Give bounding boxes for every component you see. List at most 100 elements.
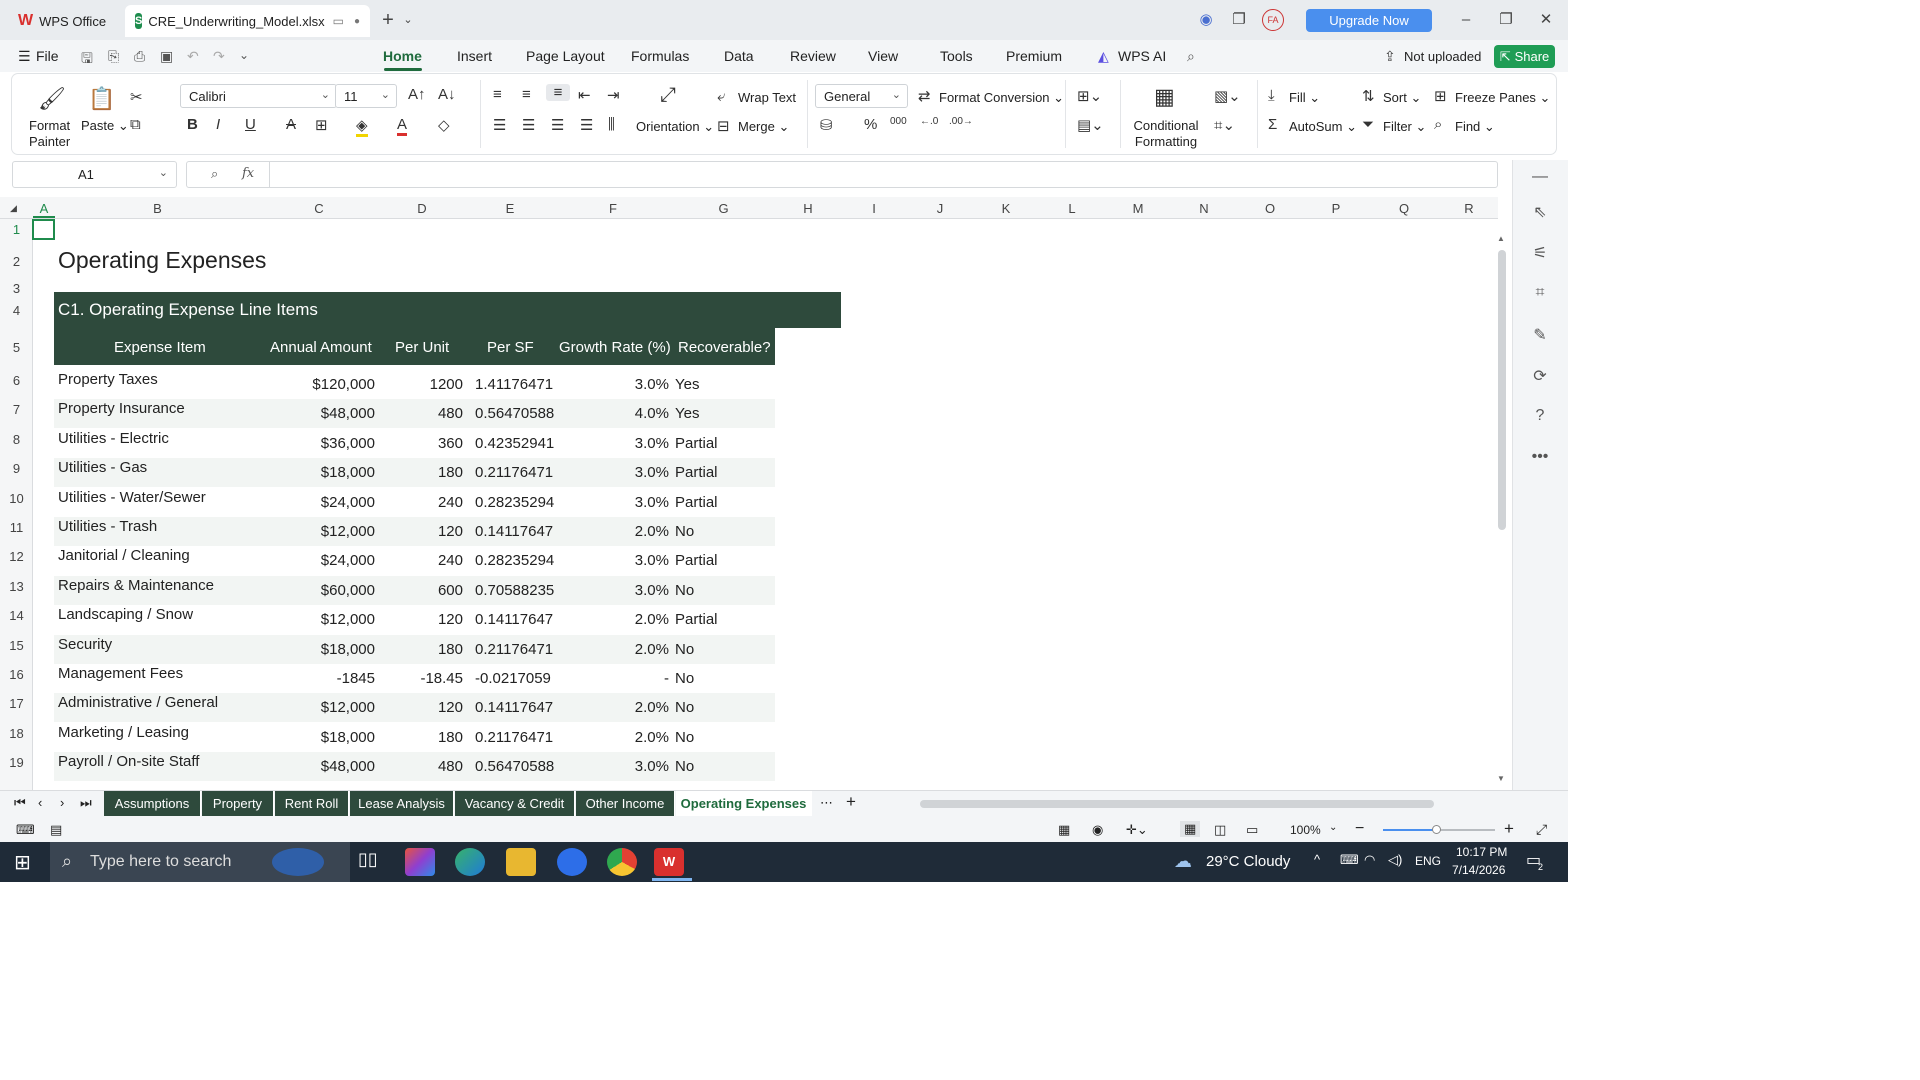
row-header[interactable]: 14 (0, 608, 33, 623)
filter-icon[interactable]: ⏷ (1362, 116, 1374, 133)
align-left-icon[interactable]: ☰ (493, 116, 506, 134)
cell-recoverable[interactable]: No (675, 670, 694, 687)
tab-insert[interactable]: Insert (457, 48, 492, 64)
search-highlight-icon[interactable] (272, 848, 324, 876)
row-header[interactable]: 5 (0, 340, 33, 355)
row-header[interactable]: 3 (0, 281, 33, 296)
cell-recoverable[interactable]: No (675, 523, 694, 540)
sort-icon[interactable]: ⇅ (1362, 87, 1375, 105)
page-layout-view-icon[interactable]: ▭ (1246, 822, 1258, 838)
align-right-icon[interactable]: ☰ (551, 116, 564, 134)
language-indicator[interactable]: ENG (1415, 854, 1441, 868)
row-header[interactable]: 17 (0, 696, 33, 711)
filter-button[interactable]: Filter ⌄ (1383, 119, 1426, 135)
monitor-icon[interactable]: ▭ (333, 14, 344, 28)
page-break-view-icon[interactable]: ◫ (1214, 822, 1226, 838)
fullscreen-icon[interactable]: ⤢ (1536, 821, 1547, 838)
file-tab[interactable]: S CRE_Underwriting_Model.xlsx ▭ ● (125, 5, 370, 37)
cell-growth-rate[interactable]: 2.0% (549, 729, 669, 746)
file-explorer-icon[interactable] (506, 848, 536, 876)
cell-recoverable[interactable]: Partial (675, 464, 718, 481)
table-style-icon[interactable]: ▤⌄ (1077, 116, 1104, 134)
row-header[interactable]: 19 (0, 755, 33, 770)
column-header-l[interactable]: L (1039, 201, 1105, 216)
cell-per-unit[interactable]: 360 (343, 435, 463, 452)
cell-per-sf[interactable]: 0.56470588 (475, 405, 554, 422)
select-pointer-icon[interactable]: ⇖ (1530, 202, 1550, 222)
cell-growth-rate[interactable]: - (549, 670, 669, 687)
copilot-icon[interactable] (405, 848, 435, 876)
upgrade-now-button[interactable]: Upgrade Now (1306, 9, 1432, 32)
prev-sheet-icon[interactable]: ‹ (38, 795, 42, 810)
justify-icon[interactable]: ☰ (580, 116, 593, 134)
cell-expense-item[interactable]: Landscaping / Snow (58, 606, 193, 623)
cell-expense-item[interactable]: Security (58, 636, 112, 653)
edge-browser-icon[interactable] (455, 848, 485, 876)
format-conversion-button[interactable]: Format Conversion ⌄ (939, 90, 1064, 106)
window-tile-icon[interactable]: ❐ (1229, 10, 1249, 30)
cell-recoverable[interactable]: Partial (675, 494, 718, 511)
formula-bar[interactable]: ⌕ fx (186, 161, 1498, 188)
increase-decimal-icon[interactable]: ←.0 (920, 116, 938, 127)
column-header-e[interactable]: E (466, 201, 554, 216)
help-icon[interactable]: ? (1530, 407, 1550, 427)
column-header-h[interactable]: H (775, 201, 841, 216)
vertical-scrollbar[interactable] (1498, 250, 1506, 530)
decrease-decimal-icon[interactable]: .00→ (949, 116, 973, 127)
wrap-text-button[interactable]: Wrap Text (738, 90, 796, 105)
cell-growth-rate[interactable]: 3.0% (549, 435, 669, 452)
cell-per-sf[interactable]: 0.14117647 (475, 523, 553, 540)
view-mode-icon[interactable]: ▤ (50, 822, 62, 838)
copy-icon[interactable]: ⧉ (130, 116, 141, 133)
cell-growth-rate[interactable]: 2.0% (549, 641, 669, 658)
cell-recoverable[interactable]: Partial (675, 435, 718, 452)
clock-time[interactable]: 10:17 PM (1456, 845, 1507, 859)
header-per-unit[interactable]: Per Unit (395, 339, 449, 356)
minimize-icon[interactable]: – (1456, 10, 1476, 30)
tools-icon[interactable]: ✎ (1530, 325, 1550, 345)
find-icon[interactable]: ⌕ (1434, 116, 1442, 133)
tab-wps-ai[interactable]: WPS AI (1118, 48, 1166, 64)
restore-icon[interactable]: ❐ (1496, 10, 1516, 30)
wps-office-tab[interactable]: W WPS Office (8, 5, 120, 37)
not-uploaded-status[interactable]: Not uploaded (1404, 49, 1481, 64)
cell-per-unit[interactable]: 480 (343, 405, 463, 422)
cell-per-unit[interactable]: 180 (343, 641, 463, 658)
cell-style-icon[interactable]: ⊞⌄ (1077, 87, 1102, 105)
header-annual-amount[interactable]: Annual Amount (270, 339, 372, 356)
row-header[interactable]: 8 (0, 432, 33, 447)
currency-icon[interactable]: ⛁ (820, 116, 833, 134)
cell-growth-rate[interactable]: 3.0% (549, 552, 669, 569)
row-header[interactable]: 10 (0, 491, 33, 506)
distributed-icon[interactable]: ⫼ (608, 116, 615, 133)
next-sheet-icon[interactable]: › (60, 795, 64, 810)
column-header-d[interactable]: D (378, 201, 466, 216)
merge-icon[interactable]: ⊟ (717, 117, 730, 135)
column-header-a[interactable]: A (33, 201, 55, 218)
crop-icon[interactable]: ⌗ (1530, 284, 1550, 304)
cell-expense-item[interactable]: Utilities - Gas (58, 459, 147, 476)
align-top-icon[interactable]: ≡ (493, 86, 502, 103)
italic-icon[interactable]: I (216, 116, 220, 133)
cell-recoverable[interactable]: No (675, 758, 694, 775)
font-color-icon[interactable]: A (397, 116, 408, 136)
header-per-sf[interactable]: Per SF (487, 339, 534, 356)
strikethrough-icon[interactable]: A (286, 116, 296, 133)
row-header[interactable]: 9 (0, 461, 33, 476)
column-header-n[interactable]: N (1171, 201, 1237, 216)
zoom-app-icon[interactable] (557, 848, 587, 876)
freeze-panes-button[interactable]: Freeze Panes ⌄ (1455, 90, 1550, 106)
sheet-tab-rent-roll[interactable]: Rent Roll (275, 791, 349, 816)
column-header-k[interactable]: K (973, 201, 1039, 216)
cell-per-unit[interactable]: 240 (343, 494, 463, 511)
wps-taskbar-icon[interactable]: W (654, 848, 684, 876)
tab-tools[interactable]: Tools (940, 48, 973, 64)
weather-text[interactable]: 29°C Cloudy (1206, 853, 1290, 870)
cell-per-sf[interactable]: 1.41176471 (475, 376, 553, 393)
clock-date[interactable]: 7/14/2026 (1452, 863, 1505, 877)
cell-per-sf[interactable]: 0.56470588 (475, 758, 554, 775)
cell-per-sf[interactable]: 0.21176471 (475, 729, 553, 746)
zoom-level[interactable]: 100% (1290, 823, 1321, 837)
cell-per-unit[interactable]: 180 (343, 729, 463, 746)
decrease-indent-icon[interactable]: ⇤ (578, 86, 591, 104)
